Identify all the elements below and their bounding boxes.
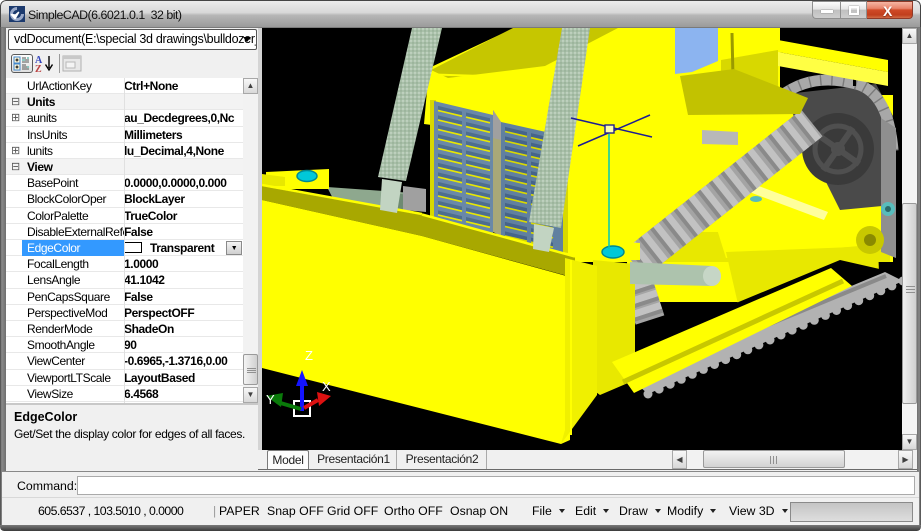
svg-text:Z: Z bbox=[35, 64, 42, 73]
svg-text:X: X bbox=[322, 379, 331, 394]
svg-text:Z: Z bbox=[305, 348, 313, 363]
svg-text:Y: Y bbox=[266, 392, 275, 407]
